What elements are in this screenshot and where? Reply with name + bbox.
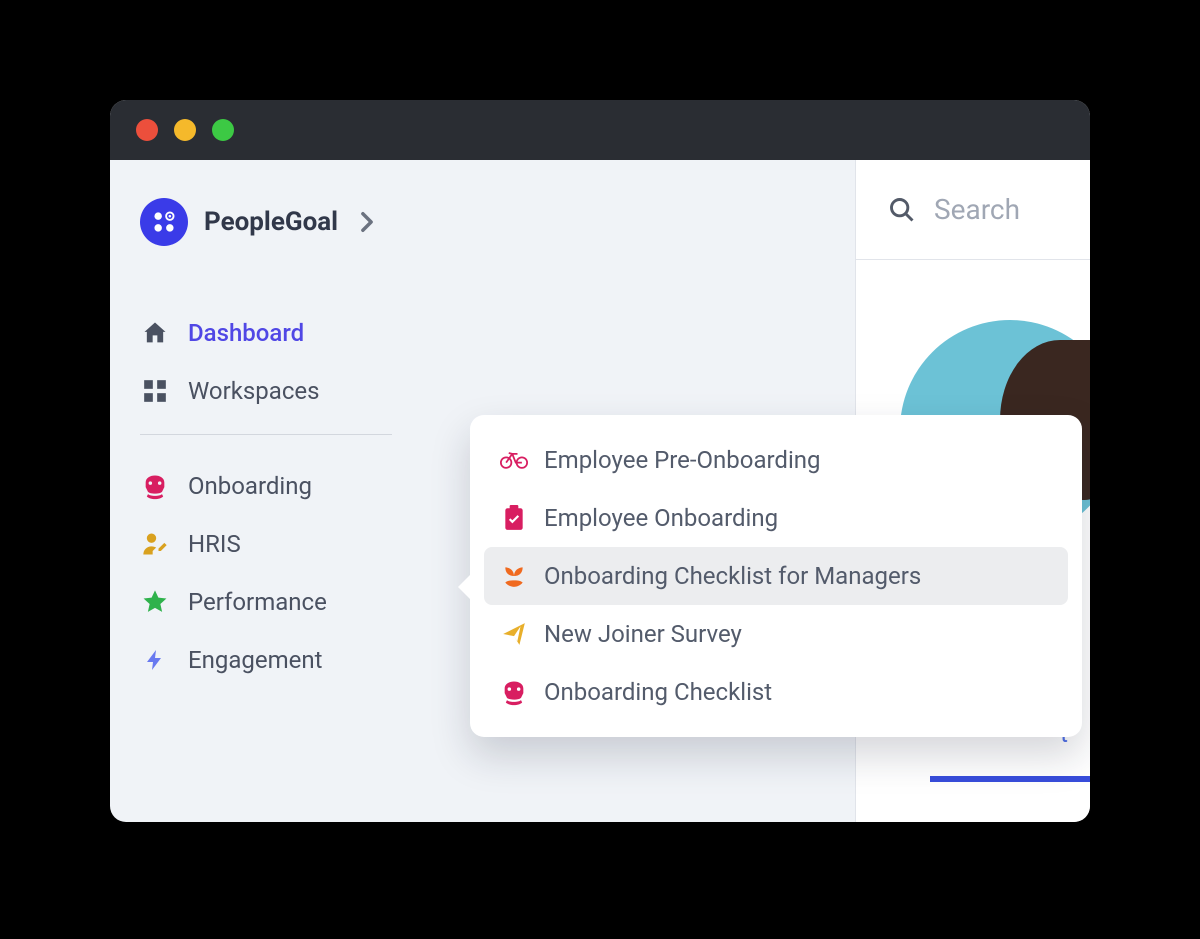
sidebar-item-label: Performance <box>188 588 327 616</box>
sidebar-item-dashboard[interactable]: Dashboard <box>140 304 392 362</box>
divider <box>140 434 392 435</box>
tab-underline <box>930 776 1090 782</box>
brand-logo <box>140 198 188 246</box>
grid-icon <box>140 378 170 404</box>
submenu-item-checklist-managers[interactable]: Onboarding Checklist for Managers <box>484 547 1068 605</box>
submenu-item-label: Onboarding Checklist <box>544 678 772 706</box>
paper-plane-icon <box>500 621 528 647</box>
sidebar-item-label: HRIS <box>188 530 241 558</box>
boat-icon <box>500 678 528 706</box>
user-edit-icon <box>140 530 170 558</box>
submenu-item-label: New Joiner Survey <box>544 620 742 648</box>
submenu-item-label: Onboarding Checklist for Managers <box>544 562 921 590</box>
seedling-icon <box>500 563 528 589</box>
brand-row[interactable]: PeopleGoal <box>140 198 392 246</box>
onboarding-submenu: Employee Pre-Onboarding Employee Onboard… <box>470 415 1082 737</box>
submenu-item-label: Employee Onboarding <box>544 504 778 532</box>
submenu-item-onboarding-checklist[interactable]: Onboarding Checklist <box>484 663 1068 721</box>
maximize-window-button[interactable] <box>212 119 234 141</box>
window-titlebar <box>110 100 1090 160</box>
app-window: PeopleGoal Dashboard Workspaces <box>110 100 1090 822</box>
brand-name: PeopleGoal <box>204 207 338 237</box>
sidebar-item-label: Engagement <box>188 646 323 674</box>
submenu-item-label: Employee Pre-Onboarding <box>544 446 821 474</box>
home-icon <box>140 319 170 347</box>
sidebar: PeopleGoal Dashboard Workspaces <box>110 160 422 822</box>
sidebar-item-workspaces[interactable]: Workspaces <box>140 362 392 420</box>
sidebar-item-hris[interactable]: HRIS <box>140 515 392 573</box>
minimize-window-button[interactable] <box>174 119 196 141</box>
search-placeholder: Search <box>934 193 1020 226</box>
bolt-icon <box>140 646 170 674</box>
submenu-item-onboarding[interactable]: Employee Onboarding <box>484 489 1068 547</box>
search-icon <box>888 196 916 224</box>
sidebar-item-performance[interactable]: Performance <box>140 573 392 631</box>
sidebar-item-engagement[interactable]: Engagement <box>140 631 392 689</box>
chevron-right-icon <box>360 211 374 233</box>
sidebar-item-onboarding[interactable]: Onboarding <box>140 457 392 515</box>
star-icon <box>140 588 170 616</box>
sidebar-item-label: Dashboard <box>188 319 304 347</box>
submenu-item-new-joiner-survey[interactable]: New Joiner Survey <box>484 605 1068 663</box>
bicycle-icon <box>500 449 528 471</box>
sidebar-item-label: Onboarding <box>188 472 312 500</box>
boat-icon <box>140 472 170 500</box>
search-bar[interactable]: Search <box>856 160 1090 260</box>
sidebar-item-label: Workspaces <box>188 377 320 405</box>
submenu-item-pre-onboarding[interactable]: Employee Pre-Onboarding <box>484 431 1068 489</box>
clipboard-check-icon <box>500 505 528 531</box>
close-window-button[interactable] <box>136 119 158 141</box>
